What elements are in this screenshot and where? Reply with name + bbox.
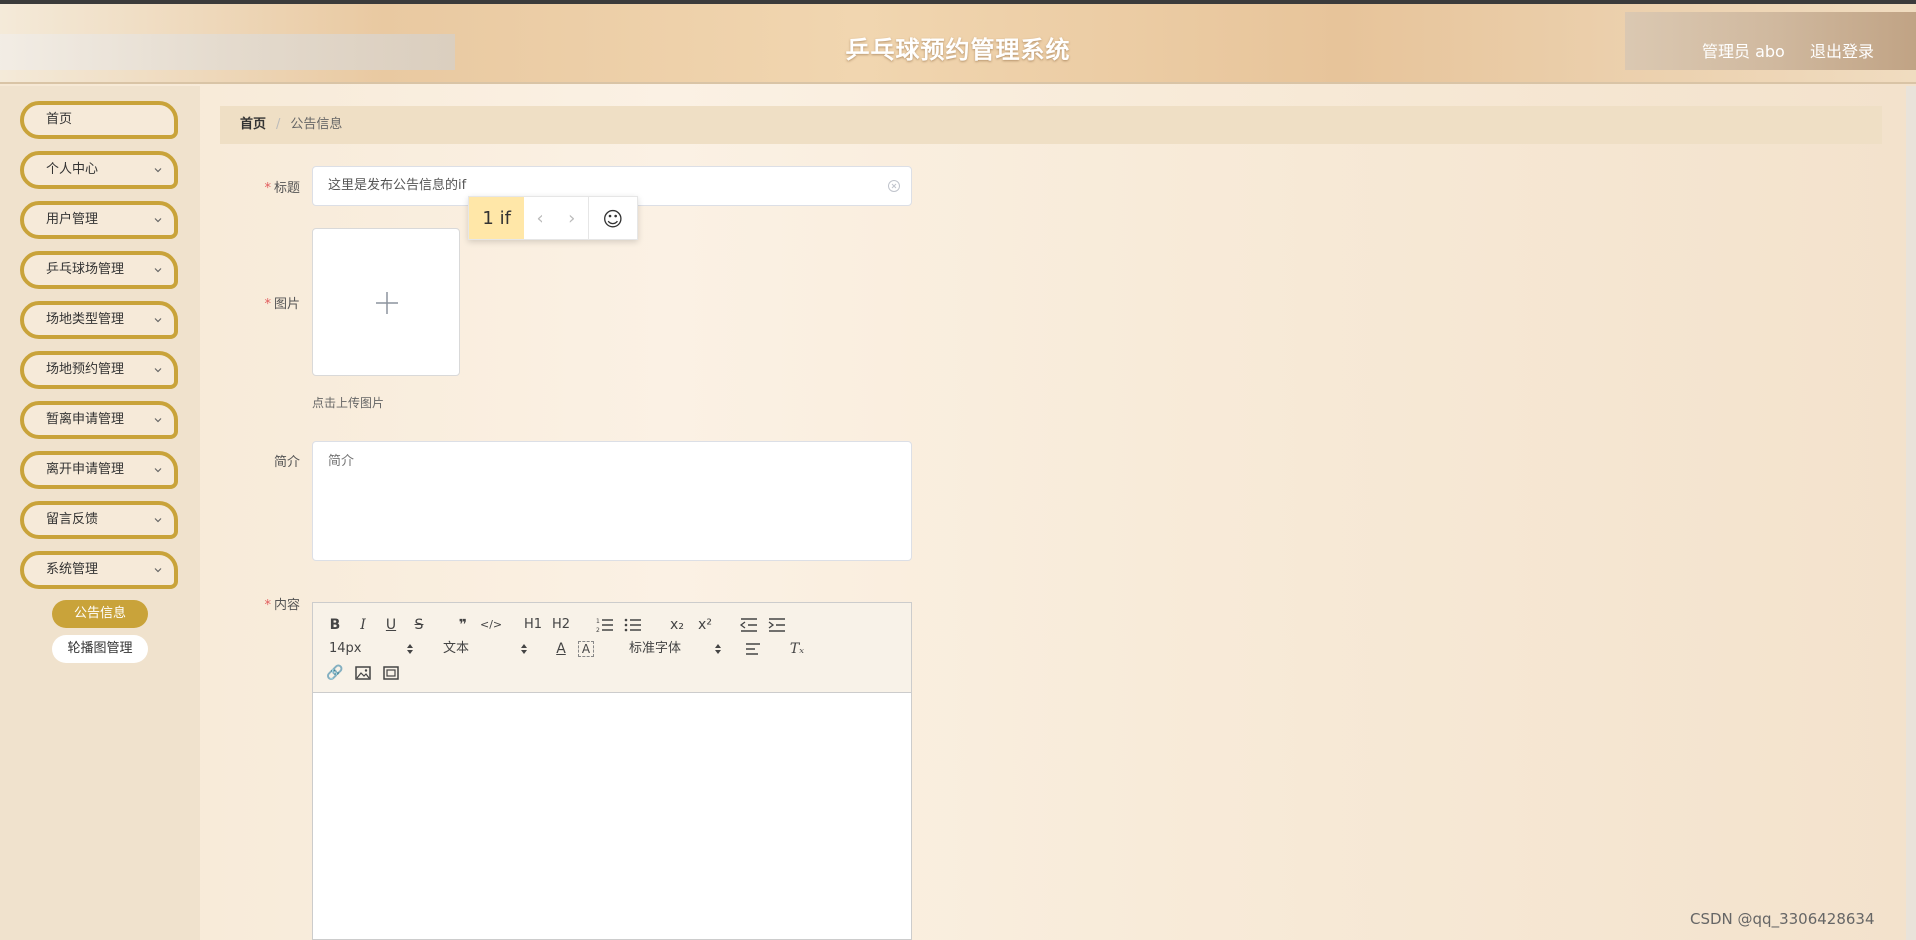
header-select[interactable]: 文本 <box>443 639 527 659</box>
sidebar-item-label: 用户管理 <box>46 212 99 227</box>
sidebar-item[interactable]: 个人中心 <box>20 151 178 189</box>
svg-text:1: 1 <box>596 618 600 625</box>
strike-icon[interactable]: S <box>408 615 430 635</box>
logout-link[interactable]: 退出登录 <box>1810 38 1874 62</box>
chevron-down-icon <box>154 418 162 423</box>
outdent-icon[interactable] <box>738 615 760 635</box>
content-label: * 内容 <box>220 594 300 613</box>
sidebar-subitem[interactable]: 公告信息 <box>52 600 148 628</box>
sidebar: 首页个人中心用户管理乒乓球场管理 场地类型管理 场地预约管理 暂离申请管理 离开申请管理… <box>0 86 200 940</box>
sidebar-item[interactable]: 留言反馈 <box>20 501 178 539</box>
content-label-text: 内容 <box>273 598 300 613</box>
sidebar-item[interactable]: 暂离申请管理 <box>20 401 178 439</box>
watermark: CSDN @qq_3306428634 <box>1690 910 1875 928</box>
page-scrollbar[interactable] <box>1906 86 1916 940</box>
chevron-down-icon <box>154 318 162 323</box>
subscript-icon[interactable]: x₂ <box>666 615 688 635</box>
breadcrumb-current: 公告信息 <box>290 117 343 132</box>
editor-toolbar: B I U S ❞ </> H1 H2 12 x₂ x² 14px 文本 A A… <box>313 603 911 693</box>
current-user: 管理员 abo <box>1702 42 1785 61</box>
svg-text:2: 2 <box>596 627 600 634</box>
title-label-text: 标题 <box>273 181 300 196</box>
indent-icon[interactable] <box>766 615 788 635</box>
title-label: * 标题 <box>220 177 300 196</box>
intro-label: 简介 <box>273 455 300 470</box>
h2-icon[interactable]: H2 <box>550 615 572 635</box>
sidebar-item-label: 场地预约管理 <box>46 362 125 377</box>
sidebar-item-label: 乒乓球场管理 <box>46 262 125 277</box>
clear-icon[interactable] <box>887 179 901 193</box>
sidebar-item[interactable]: 用户管理 <box>20 201 178 239</box>
font-color-icon[interactable]: A <box>550 639 572 659</box>
top-header: 乒乓球预约管理系统 管理员 abo 退出登录 <box>0 4 1916 84</box>
sidebar-item-label: 系统管理 <box>46 562 99 577</box>
ime-candidate-popup: 1 if ‹ › ☺ <box>468 196 638 240</box>
chevron-down-icon <box>154 218 162 223</box>
video-icon[interactable] <box>380 663 402 683</box>
sidebar-item-label: 暂离申请管理 <box>46 412 125 427</box>
font-size-value: 14px <box>329 641 362 656</box>
ime-candidate[interactable]: 1 if <box>469 197 525 239</box>
bold-icon[interactable]: B <box>324 615 346 635</box>
editor-content-area[interactable] <box>313 694 911 939</box>
ime-prev-icon[interactable]: ‹ <box>524 197 556 239</box>
required-mark: * <box>264 181 271 196</box>
clear-format-icon[interactable]: Tₓ <box>786 639 808 659</box>
blockquote-icon[interactable]: ❞ <box>452 615 474 635</box>
image-upload-box[interactable] <box>312 228 460 376</box>
title-input-value: 这里是发布公告信息的if <box>328 178 467 193</box>
select-arrows-icon <box>715 644 721 654</box>
font-size-select[interactable]: 14px <box>329 639 413 659</box>
select-arrows-icon <box>407 644 413 654</box>
rich-text-editor: B I U S ❞ </> H1 H2 12 x₂ x² 14px 文本 A A… <box>312 602 912 940</box>
select-arrows-icon <box>521 644 527 654</box>
chevron-down-icon <box>154 468 162 473</box>
h1-icon[interactable]: H1 <box>522 615 544 635</box>
plus-icon <box>376 292 398 314</box>
breadcrumb-home[interactable]: 首页 <box>240 117 266 132</box>
chevron-down-icon <box>154 568 162 573</box>
font-family-select[interactable]: 标准字体 <box>629 639 721 659</box>
image-label-text: 图片 <box>273 297 300 312</box>
code-block-icon[interactable]: </> <box>480 615 502 635</box>
sidebar-item-label: 留言反馈 <box>46 512 99 527</box>
intro-textarea[interactable] <box>312 441 912 561</box>
chevron-down-icon <box>154 268 162 273</box>
sidebar-item-label: 离开申请管理 <box>46 462 125 477</box>
sidebar-item[interactable]: 离开申请管理 <box>20 451 178 489</box>
sidebar-item[interactable]: 场地预约管理 <box>20 351 178 389</box>
underline-icon[interactable]: U <box>380 615 402 635</box>
sidebar-item-label: 场地类型管理 <box>46 312 125 327</box>
align-icon[interactable] <box>742 639 764 659</box>
chevron-down-icon <box>154 168 162 173</box>
sidebar-item-label: 个人中心 <box>46 162 99 177</box>
required-mark: * <box>264 297 271 312</box>
chevron-down-icon <box>154 368 162 373</box>
sidebar-item-label: 首页 <box>46 112 73 127</box>
bullet-list-icon[interactable] <box>622 615 644 635</box>
link-icon[interactable]: 🔗 <box>324 663 346 683</box>
superscript-icon[interactable]: x² <box>694 615 716 635</box>
breadcrumb: 首页 / 公告信息 <box>220 106 1882 144</box>
sidebar-subitem[interactable]: 轮播图管理 <box>52 635 148 663</box>
image-icon[interactable] <box>352 663 374 683</box>
required-mark: * <box>264 598 271 613</box>
italic-icon[interactable]: I <box>352 615 374 635</box>
background-color-icon[interactable]: A <box>578 641 594 657</box>
ordered-list-icon[interactable]: 12 <box>594 615 616 635</box>
sidebar-item[interactable]: 系统管理 <box>20 551 178 589</box>
sidebar-item[interactable]: 首页 <box>20 101 178 139</box>
font-family-value: 标准字体 <box>629 641 682 656</box>
header-decoration-left <box>0 34 455 70</box>
sidebar-item[interactable]: 场地类型管理 <box>20 301 178 339</box>
image-label: * 图片 <box>220 293 300 312</box>
emoji-icon[interactable]: ☺ <box>587 197 637 239</box>
breadcrumb-separator: / <box>276 117 281 132</box>
header-select-value: 文本 <box>443 641 470 656</box>
upload-tip: 点击上传图片 <box>312 396 385 410</box>
chevron-down-icon <box>154 518 162 523</box>
sidebar-item[interactable]: 乒乓球场管理 <box>20 251 178 289</box>
ime-next-icon[interactable]: › <box>556 197 588 239</box>
